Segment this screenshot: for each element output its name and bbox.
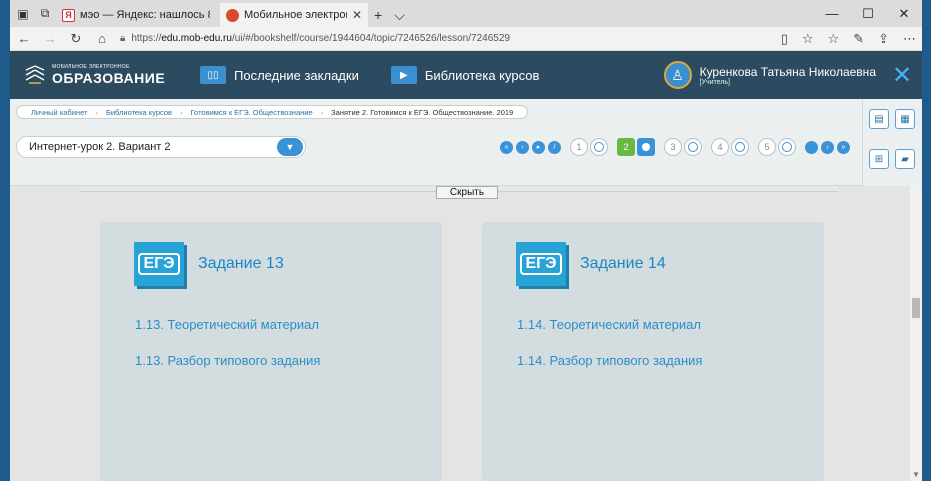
logo-mark-icon xyxy=(25,65,45,84)
hide-button[interactable]: Скрыть xyxy=(436,186,498,199)
mob-edu-favicon-icon xyxy=(226,8,239,22)
tab-actions-icon[interactable]: ▣ xyxy=(16,7,30,21)
task-card: ЕГЭ Задание 14 1.14. Теоретический матер… xyxy=(482,222,824,481)
page-status-dot[interactable] xyxy=(731,138,749,156)
breadcrumb: Личный кабинет › Библиотека курсов › Гот… xyxy=(16,105,529,119)
breadcrumb-item[interactable]: Библиотека курсов xyxy=(98,108,180,117)
page-number[interactable]: 5 xyxy=(758,138,776,156)
page-status-dot[interactable] xyxy=(684,138,702,156)
theory-link[interactable]: 1.14. Теоретический материал xyxy=(517,317,701,332)
minimize-icon[interactable]: — xyxy=(814,0,850,27)
scroll-down-icon[interactable]: ▼ xyxy=(912,470,920,479)
user-name: Куренкова Татьяна Николаевна xyxy=(699,64,876,79)
breadcrumb-item[interactable]: Готовимся к ЕГЭ. Обществознание xyxy=(183,108,321,117)
tab-title: мэо — Яндекс: нашлось 87 xyxy=(80,9,210,21)
calendar-icon[interactable]: ▦ xyxy=(895,109,915,129)
lesson-content: Скрыть ЕГЭ Задание 13 1.13. Теоретически… xyxy=(10,186,922,481)
page-number-active[interactable]: 2 xyxy=(617,138,635,156)
next-page-icon[interactable]: › xyxy=(821,140,834,154)
close-tab-icon[interactable]: ✕ xyxy=(352,8,362,22)
vertical-scrollbar[interactable]: ▼ xyxy=(910,186,922,481)
pager: « ‹ ▸ / 1 2 3 4 5 › » xyxy=(500,138,850,156)
user-avatar-icon: ♙ xyxy=(663,61,692,89)
browser-window: ▣ ⧉ Я мэо — Яндекс: нашлось 87 Мобильное… xyxy=(10,0,922,481)
tab-yandex[interactable]: Я мэо — Яндекс: нашлось 87 xyxy=(56,3,216,27)
user-menu[interactable]: ♙ Куренкова Татьяна Николаевна [Учитель] xyxy=(663,61,876,89)
logo-big-text: ОБРАЗОВАНИЕ xyxy=(52,70,166,86)
example-task-link[interactable]: 1.13. Разбор типового задания xyxy=(135,353,320,368)
play-icon[interactable]: ▸ xyxy=(532,140,545,154)
last-page-icon[interactable]: » xyxy=(837,140,850,154)
lesson-select-value: Интернет-урок 2. Вариант 2 xyxy=(29,141,171,153)
logo[interactable]: МОБИЛЬНОЕ ЭЛЕКТРОННОЕ ОБРАЗОВАНИЕ xyxy=(10,64,190,86)
favorites-hub-icon[interactable]: ☆ xyxy=(828,31,840,47)
close-icon[interactable]: ✕ xyxy=(888,61,916,89)
edit-icon[interactable]: / xyxy=(548,140,561,154)
notes-icon[interactable]: ▤ xyxy=(869,109,889,129)
task-title: Задание 13 xyxy=(198,255,284,272)
page-number[interactable]: 3 xyxy=(664,138,682,156)
refresh-icon[interactable]: ↻ xyxy=(68,31,84,47)
url-text: https://edu.mob-edu.ru/ui/#/bookshelf/co… xyxy=(131,33,510,44)
forward-icon[interactable]: → xyxy=(42,31,58,47)
back-icon[interactable]: ← xyxy=(16,31,32,47)
lesson-select[interactable]: Интернет-урок 2. Вариант 2 ▼ xyxy=(16,136,306,158)
breadcrumb-item[interactable]: Личный кабинет xyxy=(23,108,95,117)
bookmarks-link[interactable]: ▯▯ Последние закладки xyxy=(200,66,359,84)
bookmarks-label: Последние закладки xyxy=(234,67,359,83)
pen-icon[interactable]: ✎ xyxy=(853,31,864,47)
library-label: Библиотека курсов xyxy=(424,67,540,83)
task-title: Задание 14 xyxy=(580,255,666,272)
user-role: [Учитель] xyxy=(699,78,730,86)
tabs-aside-icon[interactable]: ⧉ xyxy=(38,6,52,21)
more-icon[interactable]: ⋯ xyxy=(903,31,916,47)
tab-mob-edu[interactable]: Мобильное электронн ✕ xyxy=(220,3,368,27)
book-icon: ▯▯ xyxy=(200,66,226,84)
prev-page-icon[interactable]: ‹ xyxy=(516,140,529,154)
task-card: ЕГЭ Задание 13 1.13. Теоретический матер… xyxy=(100,222,442,481)
page-status-dot[interactable] xyxy=(590,138,608,156)
page-status-dot[interactable] xyxy=(778,138,796,156)
tab-bar: ▣ ⧉ Я мэо — Яндекс: нашлось 87 Мобильное… xyxy=(10,0,922,27)
share-icon[interactable]: ⇪ xyxy=(878,31,889,47)
page-number[interactable]: 4 xyxy=(711,138,729,156)
side-tools: ▤ ▦ ⊞ ▰ xyxy=(862,99,922,186)
lesson-toolbar: Личный кабинет › Библиотека курсов › Гот… xyxy=(10,99,922,186)
ege-badge-icon: ЕГЭ xyxy=(516,242,566,286)
home-icon[interactable]: ⌂ xyxy=(94,31,110,47)
favorite-star-icon[interactable]: ☆ xyxy=(802,31,814,47)
page-status-selected[interactable] xyxy=(637,138,655,156)
chevron-down-icon[interactable]: ▼ xyxy=(277,138,303,156)
page-end-dot-icon[interactable] xyxy=(805,140,818,154)
theory-link[interactable]: 1.13. Теоретический материал xyxy=(135,317,319,332)
tab-title: Мобильное электронн xyxy=(244,9,347,21)
first-page-icon[interactable]: « xyxy=(500,140,513,154)
url-field[interactable]: 🔒︎ https://edu.mob-edu.ru/ui/#/bookshelf… xyxy=(120,29,771,49)
maximize-icon[interactable]: ☐ xyxy=(850,0,886,27)
ege-badge-icon: ЕГЭ xyxy=(134,242,184,286)
address-bar: ← → ↻ ⌂ 🔒︎ https://edu.mob-edu.ru/ui/#/b… xyxy=(10,27,922,51)
lock-icon: 🔒︎ xyxy=(120,33,126,44)
video-icon: ▶ xyxy=(390,66,417,84)
close-window-icon[interactable]: ✕ xyxy=(886,0,922,27)
example-task-link[interactable]: 1.14. Разбор типового задания xyxy=(517,353,702,368)
reading-view-icon[interactable]: ▯ xyxy=(781,31,788,47)
app-header: МОБИЛЬНОЕ ЭЛЕКТРОННОЕ ОБРАЗОВАНИЕ ▯▯ Пос… xyxy=(10,51,922,99)
yandex-favicon-icon: Я xyxy=(62,8,75,22)
breadcrumb-current: Занятие 2. Готовимся к ЕГЭ. Обществознан… xyxy=(331,107,514,117)
chat-icon[interactable]: ▰ xyxy=(895,149,915,169)
library-link[interactable]: ▶ Библиотека курсов xyxy=(390,66,540,84)
grid-icon[interactable]: ⊞ xyxy=(869,149,889,169)
page-number[interactable]: 1 xyxy=(570,138,588,156)
tab-list-chevron-icon[interactable]: ⌵ xyxy=(388,3,411,27)
new-tab-icon[interactable]: + xyxy=(368,3,388,27)
scrollbar-thumb[interactable] xyxy=(912,298,920,318)
